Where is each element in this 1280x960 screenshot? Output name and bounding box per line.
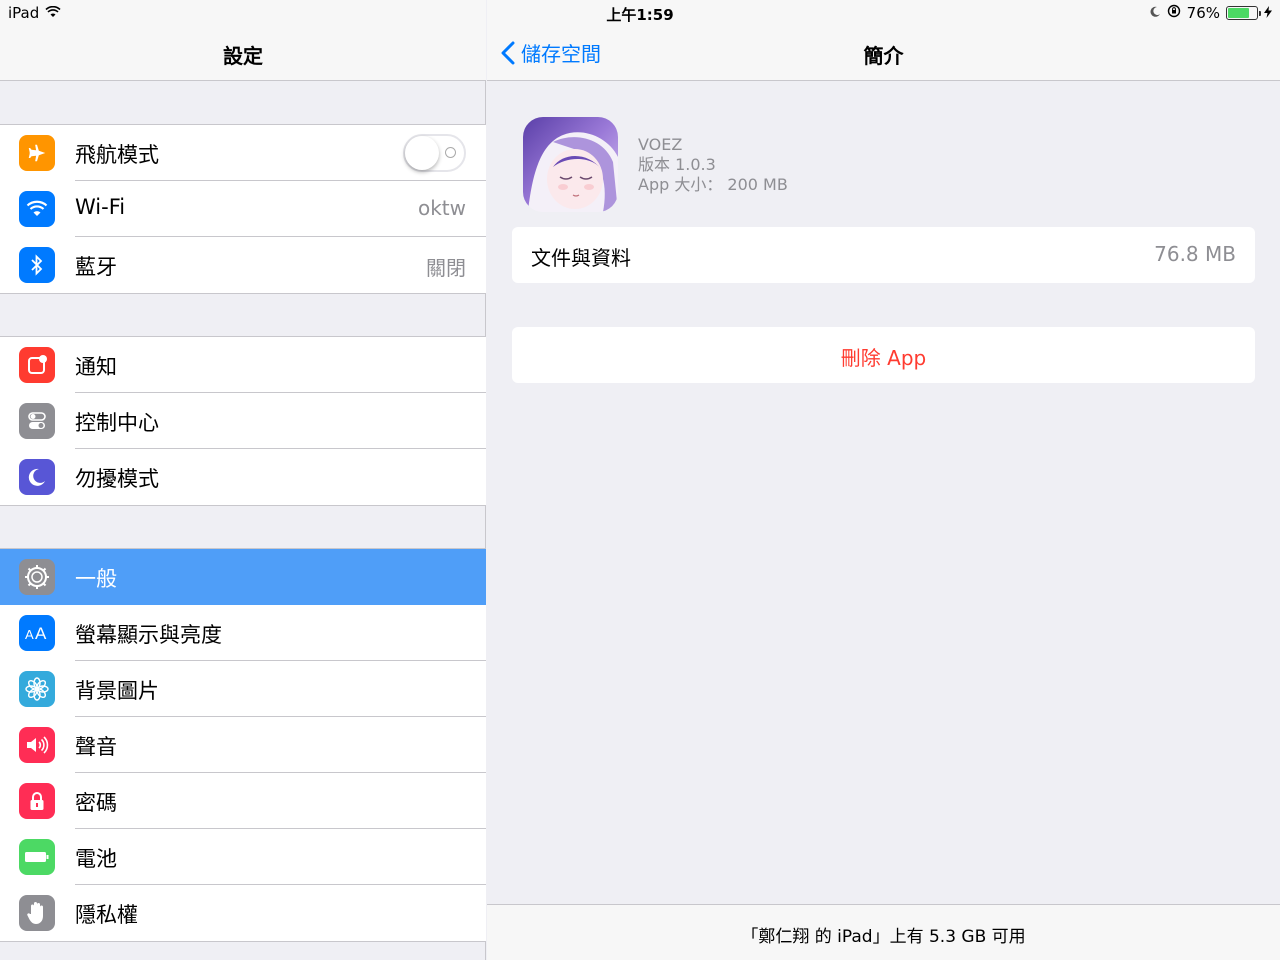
settings-group-general: 一般 AA 螢幕顯示與亮度 背景圖片 聲音 密碼 電池 隱私權 <box>0 548 486 942</box>
sidebar-item-label: 密碼 <box>75 791 117 815</box>
sidebar-item-label: 通知 <box>75 355 117 379</box>
sidebar-item-label: 隱私權 <box>75 903 138 927</box>
wifi-network-value: oktw <box>417 196 466 220</box>
battery-indicator-icon <box>1226 6 1261 20</box>
settings-sidebar: 設定 飛航模式 Wi-Fi oktw 藍牙 關閉 通知 控制中心 勿擾模式 一般… <box>0 0 486 960</box>
sidebar-item-display-brightness[interactable]: AA 螢幕顯示與亮度 <box>0 605 486 661</box>
app-info: VOEZ 版本 1.0.3 App 大小： 200 MB <box>523 117 1223 213</box>
status-bar: iPad 上午1:59 76% <box>0 0 1280 26</box>
sidebar-item-privacy[interactable]: 隱私權 <box>0 885 486 941</box>
documents-data-value: 76.8 MB <box>1154 242 1236 266</box>
toggle-off-indicator-icon <box>445 147 456 158</box>
sidebar-item-airplane-mode[interactable]: 飛航模式 <box>0 125 486 181</box>
storage-footer: 「鄭仁翔 的 iPad」上有 5.3 GB 可用 <box>487 904 1280 960</box>
sidebar-item-label: 藍牙 <box>75 255 117 279</box>
display-aa-icon: AA <box>19 615 55 651</box>
notifications-icon <box>19 347 55 383</box>
page-title: 簡介 <box>863 44 904 68</box>
hand-icon <box>19 895 55 931</box>
documents-data-row: 文件與資料 76.8 MB <box>512 227 1255 283</box>
sidebar-item-do-not-disturb[interactable]: 勿擾模式 <box>0 449 486 505</box>
app-size: App 大小： 200 MB <box>638 175 788 194</box>
wifi-icon <box>19 191 55 227</box>
speaker-icon <box>19 727 55 763</box>
control-center-icon <box>19 403 55 439</box>
svg-text:A: A <box>35 624 47 642</box>
moon-icon <box>19 459 55 495</box>
rotation-lock-icon <box>1167 4 1181 22</box>
sidebar-item-label: 聲音 <box>75 735 117 759</box>
app-name: VOEZ <box>638 135 683 154</box>
bluetooth-status-value: 關閉 <box>426 256 466 280</box>
delete-app-label: 刪除 App <box>840 346 927 370</box>
svg-text:A: A <box>25 627 34 642</box>
sidebar-item-battery[interactable]: 電池 <box>0 829 486 885</box>
clock: 上午1:59 <box>606 6 674 24</box>
sidebar-item-label: 背景圖片 <box>75 679 159 703</box>
battery-percent: 76% <box>1186 4 1220 22</box>
sidebar-title: 設定 <box>223 44 263 68</box>
sidebar-item-label: 螢幕顯示與亮度 <box>75 623 222 647</box>
sidebar-item-label: 控制中心 <box>75 411 159 435</box>
airplane-icon <box>19 135 55 171</box>
sidebar-item-sounds[interactable]: 聲音 <box>0 717 486 773</box>
charging-bolt-icon <box>1264 4 1272 22</box>
sidebar-item-wallpaper[interactable]: 背景圖片 <box>0 661 486 717</box>
airplane-mode-toggle[interactable] <box>403 134 466 172</box>
app-icon <box>523 117 618 212</box>
bluetooth-icon <box>19 247 55 283</box>
sidebar-item-wifi[interactable]: Wi-Fi oktw <box>0 181 486 237</box>
sidebar-item-label: 電池 <box>75 847 117 871</box>
available-storage-text: 「鄭仁翔 的 iPad」上有 5.3 GB 可用 <box>741 927 1026 947</box>
lock-icon <box>19 783 55 819</box>
sidebar-item-control-center[interactable]: 控制中心 <box>0 393 486 449</box>
sidebar-item-label: 飛航模式 <box>75 143 159 167</box>
gear-icon <box>19 559 55 595</box>
storage-detail-pane: 儲存空間 簡介 VOEZ 版本 1.0.3 App 大小： 200 MB 文件與… <box>487 0 1280 960</box>
sidebar-item-label: 勿擾模式 <box>75 467 159 491</box>
toggle-knob <box>405 136 439 170</box>
settings-group-notifications: 通知 控制中心 勿擾模式 <box>0 336 486 506</box>
sidebar-item-label: Wi-Fi <box>75 195 126 219</box>
battery-icon <box>19 839 55 875</box>
sidebar-item-general[interactable]: 一般 <box>0 549 486 605</box>
app-version: 版本 1.0.3 <box>638 155 716 174</box>
wallpaper-flower-icon <box>19 671 55 707</box>
sidebar-item-passcode[interactable]: 密碼 <box>0 773 486 829</box>
sidebar-item-bluetooth[interactable]: 藍牙 關閉 <box>0 237 486 293</box>
documents-data-label: 文件與資料 <box>531 246 631 270</box>
app-meta: VOEZ 版本 1.0.3 App 大小： 200 MB <box>638 135 788 195</box>
moon-status-icon <box>1149 4 1161 22</box>
sidebar-item-notifications[interactable]: 通知 <box>0 337 486 393</box>
sidebar-item-label: 一般 <box>75 567 117 591</box>
settings-group-connectivity: 飛航模式 Wi-Fi oktw 藍牙 關閉 <box>0 124 486 294</box>
delete-app-button[interactable]: 刪除 App <box>512 327 1255 383</box>
